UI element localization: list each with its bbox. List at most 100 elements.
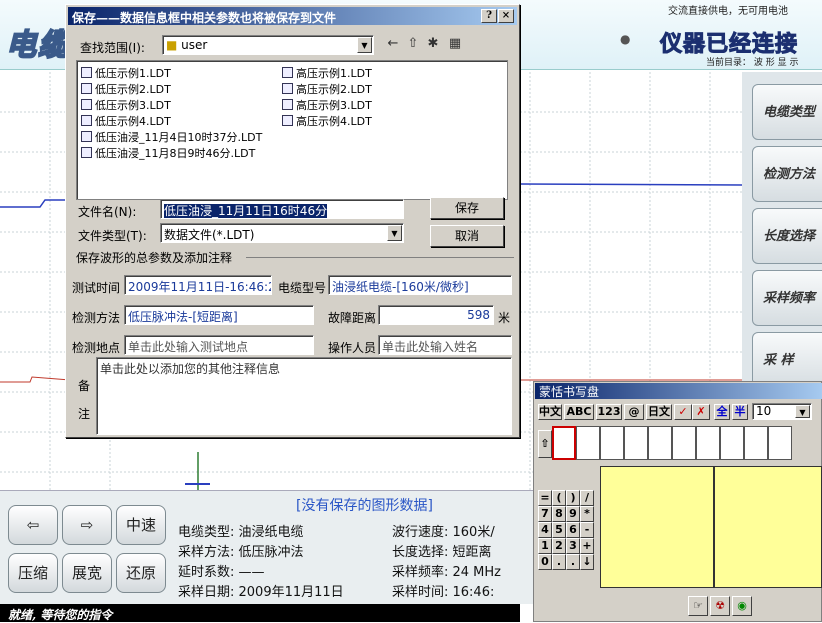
remark-label-2: 注	[78, 407, 91, 421]
list-item[interactable]: 高压示例2.LDT	[282, 81, 372, 97]
location-input[interactable]: 单击此处输入测试地点	[124, 335, 314, 355]
new-folder-icon[interactable]: ✱	[424, 35, 442, 53]
help-button[interactable]: ?	[481, 9, 497, 23]
filetype-select[interactable]: 数据文件(*.LDT) ▼	[160, 223, 404, 243]
list-item[interactable]: 低压示例1.LDT	[81, 65, 171, 81]
candidate-cell[interactable]	[624, 426, 648, 460]
list-item[interactable]: 低压油浸_11月8日9时46分.LDT	[81, 145, 255, 161]
operator-input[interactable]: 单击此处输入姓名	[378, 335, 512, 355]
mode-abc[interactable]: ABC	[564, 404, 594, 420]
list-item[interactable]: 高压示例3.LDT	[282, 97, 372, 113]
candidate-cell[interactable]	[744, 426, 768, 460]
file-icon	[81, 131, 92, 142]
left-arrow-button[interactable]: ⇦	[8, 505, 58, 545]
connection-status: 仪器已经连接	[659, 31, 799, 58]
key[interactable]: -	[580, 522, 594, 538]
candidate-cell[interactable]	[672, 426, 696, 460]
compress-button[interactable]: 压缩	[8, 553, 58, 593]
expand-button[interactable]: 展宽	[62, 553, 112, 593]
close-button[interactable]: ×	[498, 9, 514, 23]
candidate-cell[interactable]	[696, 426, 720, 460]
test-time-label: 测试时间	[72, 281, 121, 295]
ime-title: 蒙恬书写盘	[539, 385, 600, 399]
cable-type-button[interactable]: 电缆类型	[752, 84, 822, 140]
half-width-toggle[interactable]: 半	[732, 404, 748, 420]
sample-button[interactable]: 采 样	[752, 332, 822, 388]
mode-japanese[interactable]: 日文	[646, 404, 672, 420]
key[interactable]: 7	[538, 506, 552, 522]
filename-input[interactable]: 低压油浸_11月11日16时46分	[160, 199, 404, 219]
candidate-cell[interactable]	[576, 426, 600, 460]
key[interactable]: 6	[566, 522, 580, 538]
file-name: 低压示例4.LDT	[95, 115, 171, 128]
globe-icon[interactable]: ◉	[732, 596, 752, 616]
look-in-select[interactable]: ■ user ▼	[162, 35, 374, 55]
remark-textarea[interactable]: 单击此处以添加您的其他注释信息	[96, 357, 512, 435]
key[interactable]: 2	[552, 538, 566, 554]
bug-icon[interactable]: ☢	[710, 596, 730, 616]
cancel-button[interactable]: 取消	[430, 225, 504, 247]
key[interactable]: .	[552, 554, 566, 570]
key[interactable]: )	[566, 490, 580, 506]
file-name: 低压油浸_11月8日9时46分.LDT	[95, 147, 256, 160]
list-item[interactable]: 高压示例4.LDT	[282, 113, 372, 129]
chevron-down-icon[interactable]: ▼	[795, 405, 810, 418]
key[interactable]: .	[566, 554, 580, 570]
speed-button[interactable]: 中速	[116, 505, 166, 545]
key[interactable]: 4	[538, 522, 552, 538]
save-button[interactable]: 保存	[430, 197, 504, 219]
key[interactable]: /	[580, 490, 594, 506]
key[interactable]: 1	[538, 538, 552, 554]
candidate-cell[interactable]	[768, 426, 792, 460]
key[interactable]: 5	[552, 522, 566, 538]
file-icon	[81, 147, 92, 158]
key[interactable]: ↓	[580, 554, 594, 570]
candidate-cell[interactable]	[600, 426, 624, 460]
group-label: 保存波形的总参数及添加注释	[76, 251, 233, 265]
key[interactable]: *	[580, 506, 594, 522]
file-icon	[81, 99, 92, 110]
size-value: 10	[756, 404, 772, 418]
key[interactable]: +	[580, 538, 594, 554]
list-item[interactable]: 低压油浸_11月4日10时37分.LDT	[81, 129, 262, 145]
full-width-toggle[interactable]: 全	[714, 404, 730, 420]
candidate-cell[interactable]	[720, 426, 744, 460]
mode-123[interactable]: 123	[596, 404, 622, 420]
mode-symbol[interactable]: @	[624, 404, 644, 420]
key[interactable]: 9	[566, 506, 580, 522]
view-menu-icon[interactable]: ▦	[446, 35, 464, 53]
writing-pad-right[interactable]	[714, 466, 822, 588]
right-arrow-button[interactable]: ⇨	[62, 505, 112, 545]
back-icon[interactable]: ←	[384, 35, 402, 53]
candidate-cell[interactable]	[648, 426, 672, 460]
confirm-icon[interactable]: ✓	[674, 404, 692, 420]
test-method-button[interactable]: 检测方法	[752, 146, 822, 202]
length-select-button[interactable]: 长度选择	[752, 208, 822, 264]
size-select[interactable]: 10 ▼	[752, 403, 812, 420]
list-item[interactable]: 高压示例1.LDT	[282, 65, 372, 81]
shift-up-icon[interactable]: ⇧	[538, 430, 552, 458]
key[interactable]: =	[538, 490, 552, 506]
up-folder-icon[interactable]: ⇧	[404, 35, 422, 53]
chevron-down-icon[interactable]: ▼	[357, 37, 372, 53]
mode-chinese[interactable]: 中文	[538, 404, 562, 420]
file-icon	[282, 67, 293, 78]
list-item[interactable]: 低压示例4.LDT	[81, 113, 171, 129]
key[interactable]: (	[552, 490, 566, 506]
list-item[interactable]: 低压示例3.LDT	[81, 97, 171, 113]
info-wave-speed: 波行速度: 160米/	[392, 525, 495, 540]
candidate-cell[interactable]	[552, 426, 576, 460]
key[interactable]: 3	[566, 538, 580, 554]
key[interactable]: 0	[538, 554, 552, 570]
writing-pad-left[interactable]	[600, 466, 714, 588]
file-list[interactable]: 低压示例1.LDT 低压示例2.LDT 低压示例3.LDT 低压示例4.LDT …	[76, 60, 508, 200]
method-label: 检测方法	[72, 311, 121, 325]
brand-logo: 电缆	[5, 27, 70, 64]
restore-button[interactable]: 还原	[116, 553, 166, 593]
hand-icon[interactable]: ☞	[688, 596, 708, 616]
key[interactable]: 8	[552, 506, 566, 522]
sample-freq-button[interactable]: 采样频率	[752, 270, 822, 326]
chevron-down-icon[interactable]: ▼	[387, 225, 402, 241]
list-item[interactable]: 低压示例2.LDT	[81, 81, 171, 97]
cancel-icon[interactable]: ✗	[692, 404, 710, 420]
